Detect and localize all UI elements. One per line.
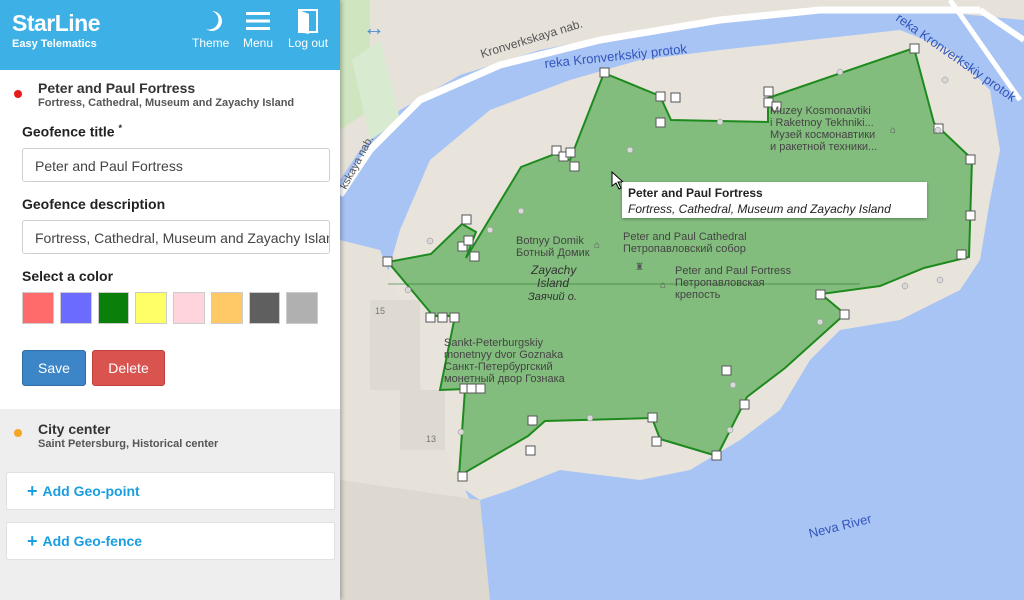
map-label-cathedral: Петропавловский собор: [623, 243, 746, 255]
door-icon: [298, 9, 319, 34]
color-swatch-4[interactable]: [135, 291, 167, 324]
landmark-icon: ⌂: [594, 240, 600, 251]
color-swatch-8[interactable]: [286, 291, 318, 324]
expand-horizontal-icon[interactable]: ↔: [358, 10, 390, 46]
map-label-cathedral: Peter and Paul Cathedral: [623, 231, 747, 243]
logout-button[interactable]: Log out: [288, 8, 328, 50]
add-geo-fence-label: Add Geo-fence: [42, 533, 143, 549]
color-swatch-6[interactable]: [210, 291, 243, 324]
map-canvas[interactable]: ⌂ ♜ ⌂ ⌂ Kronverkskaya nab. kskaya nab. r…: [340, 0, 1024, 600]
active-geofence-item[interactable]: Peter and Paul Fortress Fortress, Cathed…: [0, 80, 340, 109]
color-field-label: Select a color: [22, 267, 114, 284]
map-label-fortress: Peter and Paul Fortress: [675, 265, 792, 277]
map-house-number: 13: [426, 434, 436, 444]
color-swatch-5[interactable]: [173, 291, 205, 324]
museum-icon: ⌂: [890, 125, 896, 136]
brand-logo: StarLine Easy Telematics: [12, 10, 101, 50]
color-swatch-3[interactable]: [97, 291, 130, 324]
geofence-tooltip: Peter and Paul Fortress Fortress, Cathed…: [622, 182, 927, 218]
geofence-color-dot: [14, 90, 22, 98]
app-header: StarLine Easy Telematics Theme Menu Log …: [0, 0, 340, 70]
title-input[interactable]: Peter and Paul Fortress: [22, 147, 330, 182]
map-house-number: 15: [375, 306, 385, 316]
tooltip-subtitle: Fortress, Cathedral, Museum and Zayachy …: [628, 202, 891, 216]
map-label-mint: Sankt-Peterburgskiy: [444, 337, 544, 349]
geofence-title: Peter and Paul Fortress: [38, 80, 196, 96]
geofence-title: City center: [38, 421, 111, 437]
delete-button[interactable]: Delete: [92, 349, 165, 386]
map-label-museum: Muzey Kosmonavtiki: [770, 105, 871, 117]
theme-button[interactable]: Theme: [192, 8, 229, 50]
add-geo-fence-button[interactable]: + Add Geo-fence: [6, 522, 335, 560]
map-label-museum: i Raketnoy Tekhniki...: [770, 117, 874, 129]
landmark-icon: ⌂: [660, 280, 666, 291]
color-swatch-2[interactable]: [59, 291, 92, 324]
map-label-museum: Музей космонавтики: [770, 129, 875, 141]
map-label-botny: Ботный Домик: [516, 247, 590, 259]
hamburger-icon: [246, 12, 271, 30]
plus-icon: +: [27, 530, 38, 551]
theme-label: Theme: [192, 36, 230, 50]
geofence-subtitle: Saint Petersburg, Historical center: [38, 438, 219, 450]
logout-label: Log out: [288, 36, 329, 50]
city-center-item[interactable]: City center Saint Petersburg, Historical…: [0, 409, 340, 471]
map-label-botny: Botnyy Domik: [516, 235, 584, 247]
tooltip-title: Peter and Paul Fortress: [628, 186, 763, 200]
geofence-subtitle: Fortress, Cathedral, Museum and Zayachy …: [38, 97, 295, 109]
description-field-label: Geofence description: [22, 195, 166, 212]
map-label-mint: монетный двор Гознака: [444, 373, 566, 385]
map-label-zayachy: Заячий о.: [528, 291, 577, 303]
title-field-label: Geofence title *: [22, 123, 318, 140]
map-label-museum: и ракетной техники...: [770, 141, 877, 153]
required-mark: *: [118, 123, 122, 133]
map-label-mint: Санкт-Петербургский: [444, 361, 553, 373]
geofence-color-dot: [14, 429, 22, 437]
add-geo-point-button[interactable]: + Add Geo-point: [6, 472, 335, 510]
description-input[interactable]: Fortress, Cathedral, Museum and Zayachy …: [22, 219, 330, 254]
menu-label: Menu: [243, 36, 274, 50]
menu-button[interactable]: Menu: [243, 8, 273, 50]
map-view[interactable]: ⌂ ♜ ⌂ ⌂ Kronverkskaya nab. kskaya nab. r…: [340, 0, 1024, 600]
map-label-neva: Neva River: [807, 511, 874, 541]
plus-icon: +: [27, 480, 38, 501]
sidebar: StarLine Easy Telematics Theme Menu Log …: [0, 0, 340, 600]
save-button[interactable]: Save: [22, 349, 86, 386]
geofence-form: Geofence title * Peter and Paul Fortress…: [0, 123, 340, 386]
map-label-mint: monetnyy dvor Goznaka: [444, 349, 564, 361]
color-swatch-1[interactable]: [22, 291, 54, 324]
brand-name: StarLine: [12, 10, 101, 36]
map-label-fortress: крепость: [675, 289, 721, 301]
add-geo-point-label: Add Geo-point: [42, 483, 140, 499]
landmark-icon: ♜: [635, 262, 644, 273]
color-swatch-7[interactable]: [248, 291, 281, 324]
color-swatches: [22, 291, 318, 324]
moon-icon: [205, 11, 222, 31]
map-label-fortress: Петропавловская: [675, 277, 765, 289]
active-geofence-panel: Peter and Paul Fortress Fortress, Cathed…: [0, 70, 340, 409]
title-label-text: Geofence title: [22, 123, 115, 140]
map-label-zayachy: Zayachy: [530, 263, 577, 277]
map-label-zayachy: Island: [537, 276, 569, 290]
brand-subtitle: Easy Telematics: [12, 38, 97, 50]
